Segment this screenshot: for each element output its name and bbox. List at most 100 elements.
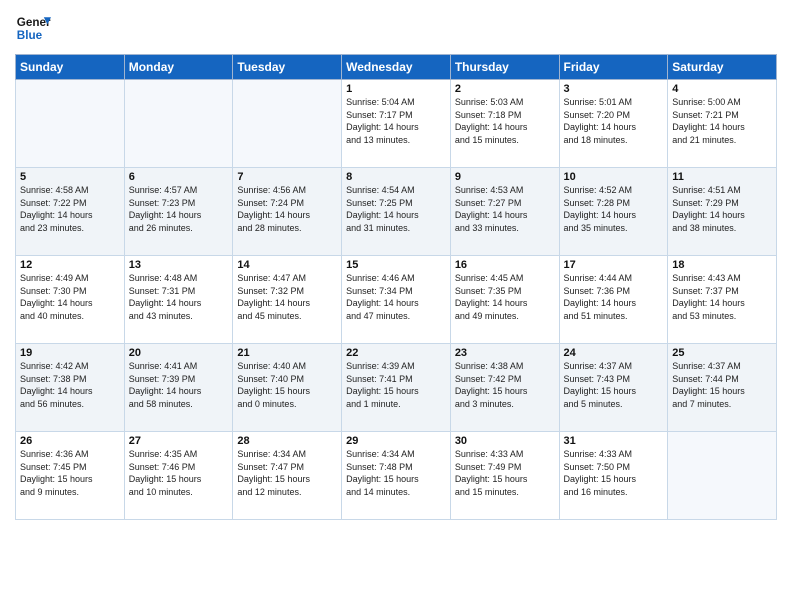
calendar-cell: 5Sunrise: 4:58 AM Sunset: 7:22 PM Daylig… xyxy=(16,168,125,256)
day-info: Sunrise: 4:45 AM Sunset: 7:35 PM Dayligh… xyxy=(455,272,555,322)
calendar-cell: 25Sunrise: 4:37 AM Sunset: 7:44 PM Dayli… xyxy=(668,344,777,432)
day-info: Sunrise: 4:36 AM Sunset: 7:45 PM Dayligh… xyxy=(20,448,120,498)
calendar-cell: 7Sunrise: 4:56 AM Sunset: 7:24 PM Daylig… xyxy=(233,168,342,256)
day-number: 2 xyxy=(455,83,555,95)
day-info: Sunrise: 5:03 AM Sunset: 7:18 PM Dayligh… xyxy=(455,96,555,146)
calendar-cell: 19Sunrise: 4:42 AM Sunset: 7:38 PM Dayli… xyxy=(16,344,125,432)
calendar-cell: 18Sunrise: 4:43 AM Sunset: 7:37 PM Dayli… xyxy=(668,256,777,344)
day-number: 26 xyxy=(20,435,120,447)
day-number: 22 xyxy=(346,347,446,359)
svg-text:Blue: Blue xyxy=(17,29,43,42)
day-info: Sunrise: 4:33 AM Sunset: 7:49 PM Dayligh… xyxy=(455,448,555,498)
calendar-cell: 4Sunrise: 5:00 AM Sunset: 7:21 PM Daylig… xyxy=(668,80,777,168)
logo: General Blue xyxy=(15,10,55,46)
day-info: Sunrise: 4:42 AM Sunset: 7:38 PM Dayligh… xyxy=(20,360,120,410)
day-info: Sunrise: 4:35 AM Sunset: 7:46 PM Dayligh… xyxy=(129,448,229,498)
day-info: Sunrise: 4:41 AM Sunset: 7:39 PM Dayligh… xyxy=(129,360,229,410)
calendar-cell: 12Sunrise: 4:49 AM Sunset: 7:30 PM Dayli… xyxy=(16,256,125,344)
day-info: Sunrise: 5:00 AM Sunset: 7:21 PM Dayligh… xyxy=(672,96,772,146)
day-info: Sunrise: 4:53 AM Sunset: 7:27 PM Dayligh… xyxy=(455,184,555,234)
day-number: 13 xyxy=(129,259,229,271)
calendar-cell: 29Sunrise: 4:34 AM Sunset: 7:48 PM Dayli… xyxy=(342,432,451,520)
day-number: 11 xyxy=(672,171,772,183)
week-row-4: 19Sunrise: 4:42 AM Sunset: 7:38 PM Dayli… xyxy=(16,344,777,432)
calendar-cell: 13Sunrise: 4:48 AM Sunset: 7:31 PM Dayli… xyxy=(124,256,233,344)
day-info: Sunrise: 4:44 AM Sunset: 7:36 PM Dayligh… xyxy=(564,272,664,322)
calendar-cell: 26Sunrise: 4:36 AM Sunset: 7:45 PM Dayli… xyxy=(16,432,125,520)
calendar-cell: 14Sunrise: 4:47 AM Sunset: 7:32 PM Dayli… xyxy=(233,256,342,344)
weekday-header-wednesday: Wednesday xyxy=(342,55,451,80)
calendar-cell: 6Sunrise: 4:57 AM Sunset: 7:23 PM Daylig… xyxy=(124,168,233,256)
day-number: 3 xyxy=(564,83,664,95)
calendar-cell: 24Sunrise: 4:37 AM Sunset: 7:43 PM Dayli… xyxy=(559,344,668,432)
day-info: Sunrise: 4:39 AM Sunset: 7:41 PM Dayligh… xyxy=(346,360,446,410)
day-number: 31 xyxy=(564,435,664,447)
day-number: 12 xyxy=(20,259,120,271)
page: General Blue SundayMondayTuesdayWednesda… xyxy=(0,0,792,612)
calendar-cell: 23Sunrise: 4:38 AM Sunset: 7:42 PM Dayli… xyxy=(450,344,559,432)
calendar-cell xyxy=(124,80,233,168)
calendar-cell: 3Sunrise: 5:01 AM Sunset: 7:20 PM Daylig… xyxy=(559,80,668,168)
calendar-cell: 20Sunrise: 4:41 AM Sunset: 7:39 PM Dayli… xyxy=(124,344,233,432)
calendar-cell: 21Sunrise: 4:40 AM Sunset: 7:40 PM Dayli… xyxy=(233,344,342,432)
day-info: Sunrise: 4:34 AM Sunset: 7:47 PM Dayligh… xyxy=(237,448,337,498)
day-info: Sunrise: 4:57 AM Sunset: 7:23 PM Dayligh… xyxy=(129,184,229,234)
day-info: Sunrise: 5:01 AM Sunset: 7:20 PM Dayligh… xyxy=(564,96,664,146)
day-number: 25 xyxy=(672,347,772,359)
day-number: 1 xyxy=(346,83,446,95)
week-row-2: 5Sunrise: 4:58 AM Sunset: 7:22 PM Daylig… xyxy=(16,168,777,256)
day-number: 24 xyxy=(564,347,664,359)
calendar-cell: 28Sunrise: 4:34 AM Sunset: 7:47 PM Dayli… xyxy=(233,432,342,520)
calendar-cell: 11Sunrise: 4:51 AM Sunset: 7:29 PM Dayli… xyxy=(668,168,777,256)
day-info: Sunrise: 4:58 AM Sunset: 7:22 PM Dayligh… xyxy=(20,184,120,234)
week-row-1: 1Sunrise: 5:04 AM Sunset: 7:17 PM Daylig… xyxy=(16,80,777,168)
day-info: Sunrise: 4:37 AM Sunset: 7:44 PM Dayligh… xyxy=(672,360,772,410)
weekday-header-row: SundayMondayTuesdayWednesdayThursdayFrid… xyxy=(16,55,777,80)
calendar-cell xyxy=(233,80,342,168)
day-info: Sunrise: 5:04 AM Sunset: 7:17 PM Dayligh… xyxy=(346,96,446,146)
calendar-cell: 9Sunrise: 4:53 AM Sunset: 7:27 PM Daylig… xyxy=(450,168,559,256)
day-number: 18 xyxy=(672,259,772,271)
weekday-header-thursday: Thursday xyxy=(450,55,559,80)
day-info: Sunrise: 4:40 AM Sunset: 7:40 PM Dayligh… xyxy=(237,360,337,410)
day-info: Sunrise: 4:34 AM Sunset: 7:48 PM Dayligh… xyxy=(346,448,446,498)
day-number: 17 xyxy=(564,259,664,271)
day-number: 21 xyxy=(237,347,337,359)
calendar-cell: 8Sunrise: 4:54 AM Sunset: 7:25 PM Daylig… xyxy=(342,168,451,256)
day-number: 20 xyxy=(129,347,229,359)
week-row-5: 26Sunrise: 4:36 AM Sunset: 7:45 PM Dayli… xyxy=(16,432,777,520)
weekday-header-monday: Monday xyxy=(124,55,233,80)
header: General Blue xyxy=(15,10,777,46)
day-info: Sunrise: 4:37 AM Sunset: 7:43 PM Dayligh… xyxy=(564,360,664,410)
day-number: 30 xyxy=(455,435,555,447)
calendar-cell xyxy=(668,432,777,520)
day-info: Sunrise: 4:52 AM Sunset: 7:28 PM Dayligh… xyxy=(564,184,664,234)
day-info: Sunrise: 4:54 AM Sunset: 7:25 PM Dayligh… xyxy=(346,184,446,234)
calendar-cell: 16Sunrise: 4:45 AM Sunset: 7:35 PM Dayli… xyxy=(450,256,559,344)
day-number: 10 xyxy=(564,171,664,183)
calendar-cell: 30Sunrise: 4:33 AM Sunset: 7:49 PM Dayli… xyxy=(450,432,559,520)
day-info: Sunrise: 4:38 AM Sunset: 7:42 PM Dayligh… xyxy=(455,360,555,410)
calendar-cell: 10Sunrise: 4:52 AM Sunset: 7:28 PM Dayli… xyxy=(559,168,668,256)
day-number: 28 xyxy=(237,435,337,447)
week-row-3: 12Sunrise: 4:49 AM Sunset: 7:30 PM Dayli… xyxy=(16,256,777,344)
day-info: Sunrise: 4:51 AM Sunset: 7:29 PM Dayligh… xyxy=(672,184,772,234)
calendar-cell: 15Sunrise: 4:46 AM Sunset: 7:34 PM Dayli… xyxy=(342,256,451,344)
day-number: 7 xyxy=(237,171,337,183)
day-number: 4 xyxy=(672,83,772,95)
day-info: Sunrise: 4:43 AM Sunset: 7:37 PM Dayligh… xyxy=(672,272,772,322)
day-info: Sunrise: 4:46 AM Sunset: 7:34 PM Dayligh… xyxy=(346,272,446,322)
day-info: Sunrise: 4:49 AM Sunset: 7:30 PM Dayligh… xyxy=(20,272,120,322)
calendar-cell xyxy=(16,80,125,168)
day-number: 23 xyxy=(455,347,555,359)
weekday-header-sunday: Sunday xyxy=(16,55,125,80)
day-number: 15 xyxy=(346,259,446,271)
day-info: Sunrise: 4:33 AM Sunset: 7:50 PM Dayligh… xyxy=(564,448,664,498)
day-number: 8 xyxy=(346,171,446,183)
calendar-cell: 27Sunrise: 4:35 AM Sunset: 7:46 PM Dayli… xyxy=(124,432,233,520)
calendar-cell: 17Sunrise: 4:44 AM Sunset: 7:36 PM Dayli… xyxy=(559,256,668,344)
weekday-header-tuesday: Tuesday xyxy=(233,55,342,80)
day-number: 9 xyxy=(455,171,555,183)
calendar-cell: 1Sunrise: 5:04 AM Sunset: 7:17 PM Daylig… xyxy=(342,80,451,168)
day-number: 19 xyxy=(20,347,120,359)
